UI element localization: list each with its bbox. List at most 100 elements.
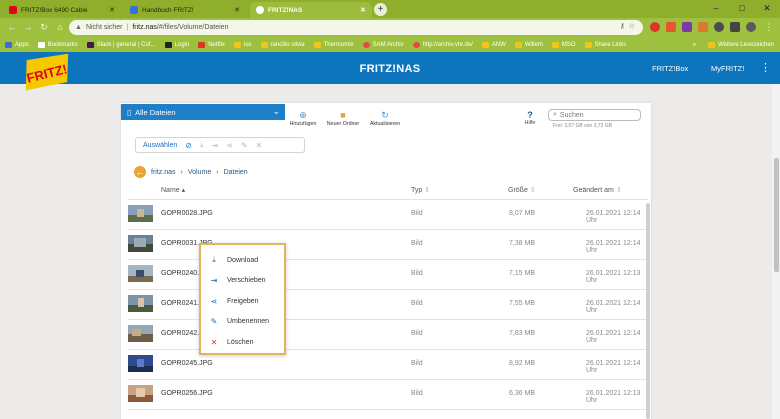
column-header-size[interactable]: Größe ⇕ <box>508 186 536 194</box>
myfritz-link[interactable]: MyFRITZ! <box>711 64 744 73</box>
menu-item-label: Download <box>227 256 259 264</box>
menu-item-label: Umbenennen <box>227 317 270 325</box>
omnibox-actions: ⚷ ☆ <box>620 22 635 30</box>
column-header-date[interactable]: Geändert am ⇕ <box>573 186 622 194</box>
extension-red-icon[interactable] <box>666 22 676 32</box>
bookmark-share-links[interactable]: Share Links <box>584 41 626 48</box>
chevron-right-icon: › <box>216 168 219 176</box>
view-select[interactable]: ▯ Alle Dateien ⌄ <box>121 104 285 120</box>
list-scrollbar[interactable] <box>646 203 650 419</box>
apps-grid-icon <box>5 41 12 48</box>
breadcrumb-item-volume[interactable]: Volume <box>188 169 211 176</box>
extensions-puzzle-icon[interactable] <box>730 22 740 32</box>
tab-close-icon[interactable]: ✕ <box>360 6 366 14</box>
globe-icon <box>412 41 420 48</box>
share-icon: ⋖ <box>210 296 218 306</box>
file-name[interactable]: GOPR0256.JPG <box>161 390 213 397</box>
table-row[interactable]: GOPR0245.JPG Bild 8,92 MB 26.01.2021 12:… <box>128 351 648 381</box>
table-row[interactable]: GOPR0256.JPG Bild 6,36 MB 26.01.2021 12:… <box>128 381 648 411</box>
minimize-button[interactable]: – <box>704 1 728 15</box>
menu-item-download[interactable]: ⤓ Download <box>201 250 284 270</box>
move-icon[interactable]: ⇥ <box>212 141 219 150</box>
bookmarks-more-button[interactable]: » <box>693 42 696 48</box>
menu-item-label: Freigeben <box>227 297 259 305</box>
bookmark-label: Slack | general | Cof... <box>96 41 156 48</box>
fritzbox-link[interactable]: FRITZ!Box <box>652 64 688 73</box>
delete-icon[interactable]: ✕ <box>256 141 263 150</box>
column-header-type[interactable]: Typ ⇕ <box>411 186 430 194</box>
file-name[interactable]: GOPR0245.JPG <box>161 360 213 367</box>
bookmark-bookmarks[interactable]: Bookmarks <box>37 41 78 48</box>
delete-icon: ✕ <box>210 337 218 347</box>
help-button[interactable]: ? Hilfe <box>522 110 538 126</box>
menu-item-delete[interactable]: ✕ Löschen <box>201 332 284 352</box>
refresh-icon: ↻ <box>381 110 389 120</box>
browser-menu-icon[interactable]: ⋮ <box>763 21 775 33</box>
back-arrow-icon[interactable]: ← <box>134 166 146 178</box>
reload-icon[interactable]: ↻ <box>38 21 50 33</box>
page-scrollbar-thumb[interactable] <box>774 158 779 272</box>
extension-settings-icon[interactable] <box>714 22 724 32</box>
menu-item-label: Verschieben <box>227 276 266 284</box>
back-icon[interactable]: ← <box>6 21 18 33</box>
file-date: 26.01.2021 12:14 Uhr <box>586 360 641 374</box>
extension-orange-icon[interactable] <box>698 22 708 32</box>
url-host: fritz.nas <box>132 24 157 31</box>
kebab-menu-icon[interactable]: ⋮ <box>760 61 771 74</box>
bookmark-anw[interactable]: ANW <box>481 41 506 48</box>
download-icon[interactable]: ⤓ <box>200 140 204 150</box>
file-name[interactable]: GOPR0028.JPG <box>161 210 213 217</box>
extension-abp-icon[interactable] <box>650 22 660 32</box>
new-folder-button[interactable]: ■ Neuer Ordner <box>323 110 363 127</box>
select-button[interactable]: Auswählen <box>143 142 177 149</box>
checkbox-icon[interactable]: ⊘ <box>185 141 192 150</box>
profile-avatar[interactable] <box>746 22 756 32</box>
tab-fritzbox[interactable]: FRITZ!Box 6490 Cable ✕ <box>3 2 121 18</box>
bookmark-sam-archiv[interactable]: SAM Archiv <box>362 41 404 48</box>
menu-item-share[interactable]: ⋖ Freigeben <box>201 291 284 311</box>
bookmark-thermomix[interactable]: Thermomix <box>313 41 354 48</box>
search-input[interactable]: ⌕ Suchen <box>548 109 641 121</box>
tab-close-icon[interactable]: ✕ <box>109 6 115 14</box>
context-menu: ⤓ Download ⇥ Verschieben ⋖ Freigeben ✎ U… <box>199 243 286 355</box>
add-button[interactable]: ⊕ Hinzufügen <box>283 110 323 127</box>
new-tab-button[interactable]: + <box>374 3 387 16</box>
forward-icon[interactable]: → <box>22 21 34 33</box>
sam-icon <box>362 41 370 48</box>
bookmark-label: rancilio silvia <box>270 41 305 48</box>
bookmark-mso[interactable]: MSO <box>551 41 576 48</box>
breadcrumb-item-root[interactable]: fritz.nas <box>151 169 176 176</box>
menu-item-rename[interactable]: ✎ Umbenennen <box>201 311 284 331</box>
add-label: Hinzufügen <box>289 121 317 127</box>
tab-fritznas[interactable]: FRITZ!NAS ✕ <box>250 2 372 18</box>
star-icon[interactable]: ☆ <box>629 22 635 30</box>
tab-handbuch[interactable]: Handbuch FRITZ! ✕ <box>124 2 246 18</box>
other-bookmarks[interactable]: Weitere Lesezeichen <box>708 41 774 48</box>
move-icon: ⇥ <box>210 275 218 285</box>
refresh-button[interactable]: ↻ Aktualisieren <box>365 110 405 127</box>
key-icon[interactable]: ⚷ <box>620 22 625 30</box>
bookmark-netflix[interactable]: Netflix <box>198 41 225 48</box>
bookmark-willem[interactable]: Willem <box>514 41 543 48</box>
address-bar[interactable]: ▲ Nicht sicher | fritz.nas/#/files/Volum… <box>69 20 643 35</box>
table-row[interactable]: GOPR0028.JPG Bild 8,07 MB 26.01.2021 12:… <box>128 201 648 231</box>
menu-item-move[interactable]: ⇥ Verschieben <box>201 270 284 290</box>
bookmark-slack[interactable]: Slack | general | Cof... <box>86 41 156 48</box>
help-icon: ? <box>527 110 533 120</box>
bookmark-archiv-vnr[interactable]: http://archiv.vnr.de/ <box>412 41 473 48</box>
search-placeholder: Suchen <box>559 111 584 119</box>
maximize-button[interactable]: □ <box>730 1 754 15</box>
file-type: Bild <box>411 300 423 307</box>
edit-icon[interactable]: ✎ <box>241 141 248 150</box>
home-icon[interactable]: ⌂ <box>54 21 66 33</box>
tab-close-icon[interactable]: ✕ <box>234 6 240 14</box>
extension-purple-icon[interactable] <box>682 22 692 32</box>
share-icon[interactable]: ⋖ <box>226 141 233 150</box>
bookmark-label: Netflix <box>208 41 225 48</box>
bookmark-ios[interactable]: ios <box>233 41 252 48</box>
bookmark-apps[interactable]: Apps <box>5 41 29 48</box>
bookmark-login[interactable]: Login <box>164 41 189 48</box>
window-close-button[interactable]: ✕ <box>755 1 779 15</box>
bookmark-rancilio[interactable]: rancilio silvia <box>260 41 305 48</box>
column-header-name[interactable]: Name ▴ <box>161 186 185 194</box>
